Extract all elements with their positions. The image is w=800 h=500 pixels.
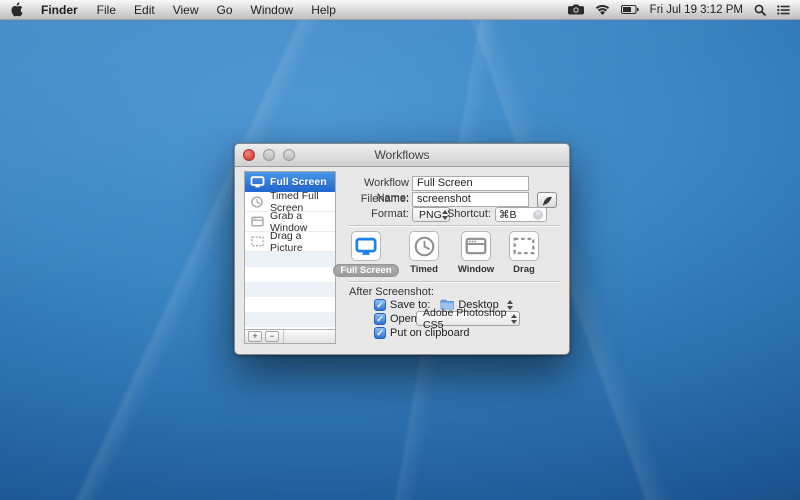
mode-drag: Drag — [498, 231, 550, 275]
remove-workflow-button[interactable]: − — [265, 331, 279, 342]
clock-icon — [414, 236, 435, 257]
clear-shortcut-icon[interactable]: ✕ — [533, 210, 543, 220]
mode-window-button[interactable] — [461, 231, 491, 261]
menu-item-go[interactable]: Go — [208, 0, 242, 19]
mode-full-screen-button[interactable] — [351, 231, 381, 261]
window-icon — [465, 237, 487, 255]
menu-item-window[interactable]: Window — [242, 0, 303, 19]
wifi-icon[interactable] — [595, 4, 610, 15]
workflow-list-rows: Full Screen Timed Full Screen — [245, 172, 335, 330]
menu-item-edit[interactable]: Edit — [125, 0, 164, 19]
menu-bar-status-area: Fri Jul 19 3:12 PM — [568, 0, 800, 19]
menu-item-finder[interactable]: Finder — [31, 0, 88, 19]
footer-divider — [283, 330, 284, 343]
list-icon[interactable] — [777, 5, 790, 15]
workflow-detail-pane: Workflow Name: Full Screen Filename: scr… — [346, 166, 561, 356]
apple-logo-icon — [10, 2, 23, 17]
menu-item-file[interactable]: File — [88, 0, 125, 19]
save-to-checkbox[interactable]: ✓ — [374, 299, 386, 311]
sidebar-footer: + − — [245, 329, 335, 343]
marquee-icon — [513, 237, 535, 255]
close-button[interactable] — [243, 149, 255, 161]
open-in-checkbox[interactable]: ✓ — [374, 313, 386, 325]
sidebar-item-label: Full Screen — [270, 176, 327, 188]
sidebar-item-drag-a-picture[interactable]: Drag a Picture — [245, 232, 335, 252]
format-value: PNG — [419, 209, 442, 221]
after-screenshot-heading: After Screenshot: — [349, 286, 434, 298]
mode-timed: Timed — [398, 231, 450, 275]
display-icon — [355, 237, 377, 256]
token-pen-icon — [542, 195, 553, 206]
mode-window: Window — [450, 231, 502, 275]
sidebar-item-label: Drag a Picture — [270, 230, 331, 254]
format-label: Format: — [346, 207, 409, 222]
menu-bar-left: Finder File Edit View Go Window Help — [0, 0, 345, 19]
screen: Finder File Edit View Go Window Help — [0, 0, 800, 500]
filename-field[interactable]: screenshot — [412, 192, 529, 207]
clock-icon — [249, 196, 265, 208]
shortcut-value: ⌘B — [499, 209, 517, 221]
window-icon — [249, 216, 265, 227]
workflow-list: Full Screen Timed Full Screen — [244, 171, 336, 344]
apple-menu[interactable] — [10, 2, 23, 17]
spotlight-icon[interactable] — [754, 4, 766, 16]
camera-icon[interactable] — [568, 4, 584, 15]
title-bar[interactable]: Workflows — [235, 144, 569, 167]
workflows-window: Workflows F — [234, 143, 570, 355]
mode-window-label: Window — [458, 264, 494, 275]
traffic-lights — [243, 149, 295, 161]
add-workflow-button[interactable]: + — [248, 331, 262, 342]
menu-bar-clock[interactable]: Fri Jul 19 3:12 PM — [650, 4, 743, 16]
popup-stepper-icon — [511, 313, 517, 324]
marquee-icon — [249, 236, 265, 247]
put-on-clipboard-checkbox[interactable]: ✓ — [374, 327, 386, 339]
separator — [348, 225, 561, 227]
menu-item-view[interactable]: View — [164, 0, 208, 19]
mode-full-screen: Full Screen — [340, 231, 392, 277]
window-content: Full Screen Timed Full Screen — [235, 166, 569, 354]
mode-timed-label: Timed — [410, 264, 438, 275]
display-icon — [249, 176, 265, 188]
menu-item-help[interactable]: Help — [302, 0, 345, 19]
mode-timed-button[interactable] — [409, 231, 439, 261]
zoom-button — [283, 149, 295, 161]
separator — [348, 281, 561, 283]
open-in-popup[interactable]: Adobe Photoshop CS5 — [416, 311, 520, 326]
filename-label: Filename: — [346, 192, 409, 207]
workflow-name-field[interactable]: Full Screen — [412, 176, 529, 191]
menu-bar: Finder File Edit View Go Window Help — [0, 0, 800, 20]
mode-drag-button[interactable] — [509, 231, 539, 261]
battery-icon[interactable] — [621, 5, 639, 14]
mode-drag-label: Drag — [513, 264, 535, 275]
filename-token-button[interactable] — [537, 192, 557, 208]
minimize-button — [263, 149, 275, 161]
put-on-clipboard-row: ✓ Put on clipboard — [374, 326, 470, 339]
shortcut-field[interactable]: ⌘B ✕ — [495, 207, 547, 222]
mode-full-screen-label: Full Screen — [333, 264, 398, 277]
put-on-clipboard-label[interactable]: Put on clipboard — [390, 327, 470, 339]
shortcut-label: Shortcut: — [441, 207, 491, 222]
